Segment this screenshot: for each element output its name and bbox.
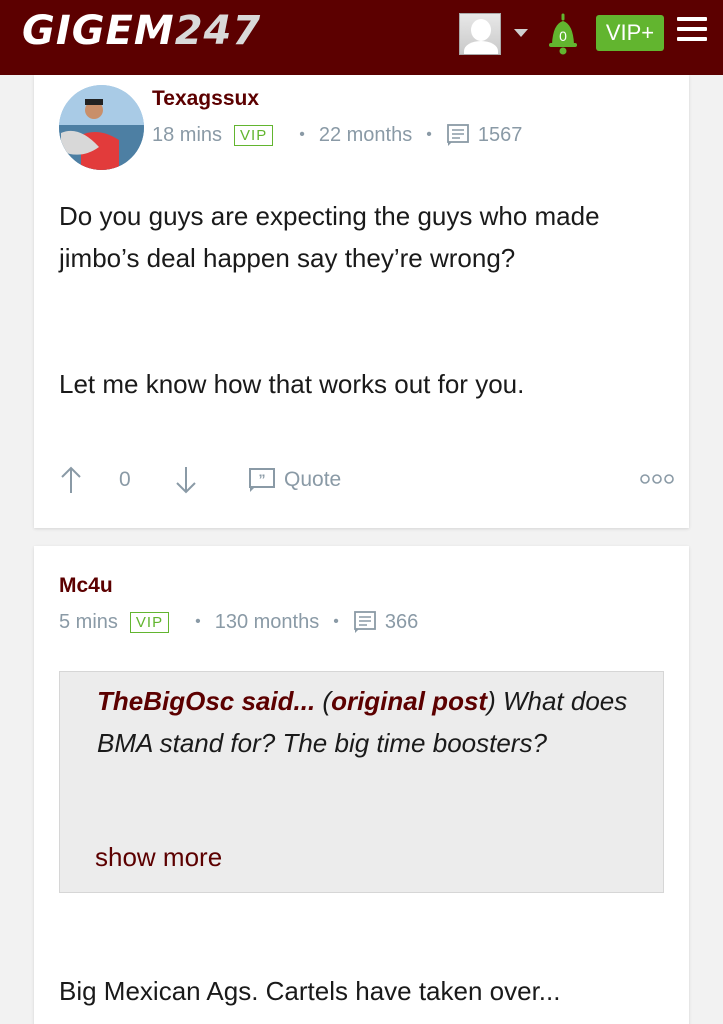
quote-label: Quote xyxy=(284,468,342,491)
quote-button[interactable]: ” Quote xyxy=(248,467,341,493)
username[interactable]: Mc4u xyxy=(59,574,113,598)
logo-number: 247 xyxy=(174,8,262,54)
post-meta: 5 mins VIP • 130 months • 366 xyxy=(59,610,418,634)
separator-dot: • xyxy=(299,126,305,143)
quote-close-paren: ) xyxy=(487,686,496,716)
hamburger-menu-icon[interactable] xyxy=(677,17,707,45)
user-avatar-icon[interactable] xyxy=(459,13,501,55)
username[interactable]: Texagssux xyxy=(152,87,259,111)
message-icon xyxy=(353,611,376,633)
arrow-down-icon[interactable] xyxy=(174,465,198,495)
message-icon xyxy=(446,124,469,146)
post-time: 18 mins xyxy=(152,123,223,146)
post-count: 1567 xyxy=(477,123,523,146)
quote-icon: ” xyxy=(249,468,275,492)
quote-author[interactable]: TheBigOsc said... xyxy=(97,686,315,716)
quote-text: TheBigOsc said... (original post) What d… xyxy=(97,680,637,764)
post-card: Texagssux 18 mins VIP • 22 months • 1567… xyxy=(34,75,689,528)
site-logo[interactable]: GIGEM247 xyxy=(22,8,261,54)
separator-dot: • xyxy=(333,613,339,630)
caret-down-icon[interactable] xyxy=(514,29,528,37)
post-meta: 18 mins VIP • 22 months • 1567 xyxy=(152,123,522,147)
more-options-icon[interactable] xyxy=(640,472,674,486)
post-paragraph: Let me know how that works out for you. xyxy=(59,369,525,399)
notification-count: 0 xyxy=(559,28,567,44)
post-paragraph: Big Mexican Ags. Cartels have taken over… xyxy=(59,976,561,1006)
svg-text:”: ” xyxy=(259,471,266,487)
post-count: 366 xyxy=(384,610,419,633)
member-tenure: 22 months xyxy=(318,123,413,146)
post-paragraph: Do you guys are expecting the guys who m… xyxy=(59,201,600,273)
vip-badge: VIP xyxy=(234,124,274,146)
member-tenure: 130 months xyxy=(214,610,320,633)
separator-dot: • xyxy=(426,126,432,143)
vote-count: 0 xyxy=(119,468,131,491)
post-time: 5 mins xyxy=(59,610,118,633)
post-actions: 0 ” Quote xyxy=(59,460,674,500)
post-card: Mc4u 5 mins VIP • 130 months • 366 TheBi… xyxy=(34,546,689,1024)
quoted-post: TheBigOsc said... (original post) What d… xyxy=(59,671,664,893)
logo-text: GIGEM xyxy=(22,8,175,54)
top-header: GIGEM247 0 VIP+ xyxy=(0,0,723,75)
separator-dot: • xyxy=(195,613,201,630)
arrow-up-icon[interactable] xyxy=(59,465,83,495)
show-more-link[interactable]: show more xyxy=(95,842,222,873)
user-avatar[interactable] xyxy=(59,85,144,170)
vip-plus-button[interactable]: VIP+ xyxy=(596,15,664,51)
bell-icon[interactable]: 0 xyxy=(544,12,582,56)
quote-open-paren: ( xyxy=(315,686,332,716)
original-post-link[interactable]: original post xyxy=(331,686,487,716)
vip-badge: VIP xyxy=(129,611,170,633)
